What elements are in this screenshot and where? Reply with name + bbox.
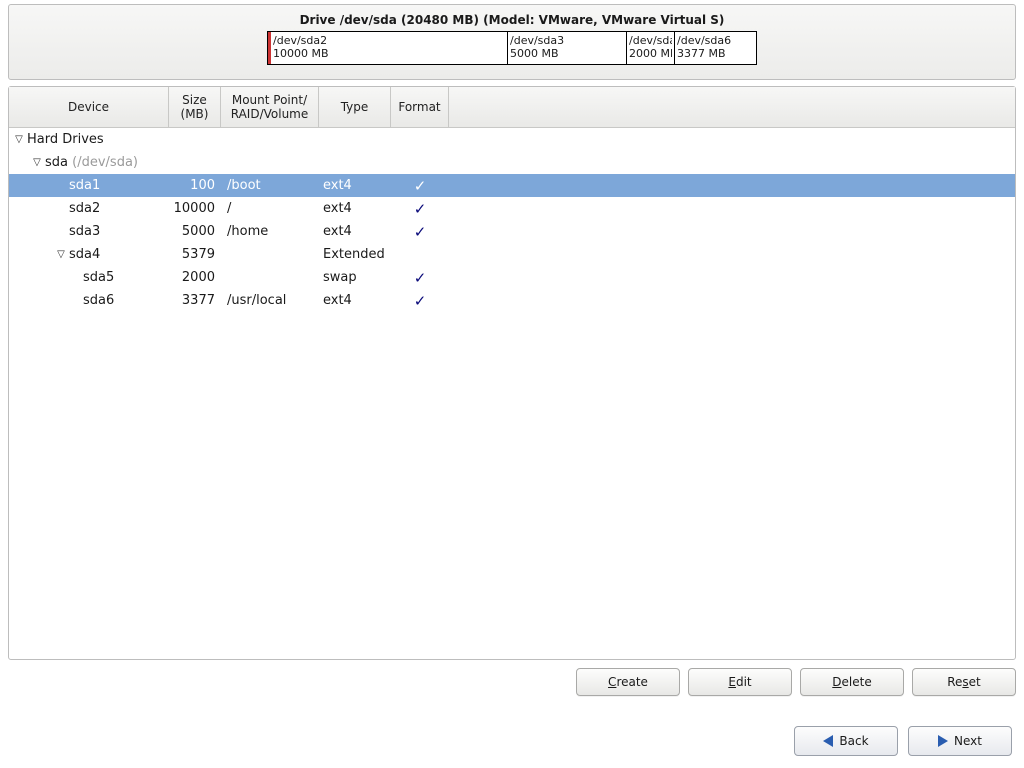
- partition-type: ext4: [319, 201, 391, 216]
- drive-segment[interactable]: /dev/sda35000 MB: [508, 32, 627, 64]
- col-header-format[interactable]: Format: [391, 87, 449, 127]
- partition-mount: /usr/local: [221, 293, 319, 308]
- partition-format: ✓: [391, 223, 449, 241]
- delete-button[interactable]: Delete: [800, 668, 904, 696]
- partition-list-panel: Device Size (MB) Mount Point/ RAID/Volum…: [8, 86, 1016, 660]
- partition-row[interactable]: sda5 2000 swap ✓: [9, 266, 1015, 289]
- arrow-left-icon: [823, 735, 833, 747]
- wizard-nav-row: Back Next: [0, 726, 1012, 756]
- create-button[interactable]: Create: [576, 668, 680, 696]
- tree-root-hard-drives[interactable]: ▽ Hard Drives: [9, 128, 1015, 151]
- col-header-device[interactable]: Device: [9, 87, 169, 127]
- col-header-size[interactable]: Size (MB): [169, 87, 221, 127]
- check-icon: ✓: [414, 292, 427, 310]
- partition-row[interactable]: sda3 5000/homeext4 ✓: [9, 220, 1015, 243]
- partition-format: ✓: [391, 177, 449, 195]
- check-icon: ✓: [414, 223, 427, 241]
- partition-size: 100: [169, 178, 221, 193]
- drive-map: /dev/sda210000 MB/dev/sda35000 MB/dev/sd…: [267, 31, 757, 65]
- drive-title: Drive /dev/sda (20480 MB) (Model: VMware…: [9, 13, 1015, 27]
- drive-segment[interactable]: /dev/sda63377 MB: [675, 32, 756, 64]
- partition-size: 5379: [169, 247, 221, 262]
- partition-name: sda6: [83, 293, 114, 308]
- partition-name: sda1: [69, 178, 100, 193]
- back-button[interactable]: Back: [794, 726, 898, 756]
- partition-mount: /: [221, 201, 319, 216]
- col-header-type[interactable]: Type: [319, 87, 391, 127]
- expander-icon[interactable]: ▽: [31, 157, 43, 168]
- partition-size: 3377: [169, 293, 221, 308]
- partition-row[interactable]: sda6 3377/usr/localext4 ✓: [9, 289, 1015, 312]
- tree-disk-hint: (/dev/sda): [72, 155, 138, 170]
- partition-mount: /home: [221, 224, 319, 239]
- partition-format: ✓: [391, 292, 449, 310]
- partition-type: ext4: [319, 293, 391, 308]
- col-header-mount[interactable]: Mount Point/ RAID/Volume: [221, 87, 319, 127]
- drive-summary-panel: Drive /dev/sda (20480 MB) (Model: VMware…: [8, 4, 1016, 80]
- partition-mount: /boot: [221, 178, 319, 193]
- partition-size: 2000: [169, 270, 221, 285]
- partition-action-row: Create Edit Delete Reset: [8, 668, 1016, 696]
- check-icon: ✓: [414, 200, 427, 218]
- reset-button[interactable]: Reset: [912, 668, 1016, 696]
- partition-type: swap: [319, 270, 391, 285]
- expander-icon[interactable]: ▽: [55, 249, 67, 260]
- partition-tree[interactable]: ▽ Hard Drives ▽ sda (/dev/sda) sda1 100/b…: [9, 128, 1015, 659]
- arrow-right-icon: [938, 735, 948, 747]
- partition-size: 10000: [169, 201, 221, 216]
- partition-row[interactable]: sda1 100/bootext4 ✓: [9, 174, 1015, 197]
- column-header-row: Device Size (MB) Mount Point/ RAID/Volum…: [9, 87, 1015, 128]
- partition-row[interactable]: ▽sda4 5379 Extended: [9, 243, 1015, 266]
- next-button[interactable]: Next: [908, 726, 1012, 756]
- tree-disk-sda[interactable]: ▽ sda (/dev/sda): [9, 151, 1015, 174]
- check-icon: ✓: [414, 269, 427, 287]
- partition-type: Extended: [319, 247, 391, 262]
- partition-size: 5000: [169, 224, 221, 239]
- drive-segment[interactable]: /dev/sda52000 MB: [627, 32, 675, 64]
- tree-disk-label: sda: [45, 155, 68, 170]
- partition-type: ext4: [319, 224, 391, 239]
- partition-type: ext4: [319, 178, 391, 193]
- check-icon: ✓: [414, 177, 427, 195]
- partition-row[interactable]: sda2 10000/ext4 ✓: [9, 197, 1015, 220]
- drive-segment[interactable]: /dev/sda210000 MB: [268, 32, 508, 64]
- partition-name: sda3: [69, 224, 100, 239]
- col-header-spacer: [449, 87, 1015, 127]
- partition-name: sda2: [69, 201, 100, 216]
- expander-icon[interactable]: ▽: [13, 134, 25, 145]
- partition-format: ✓: [391, 269, 449, 287]
- tree-root-label: Hard Drives: [27, 132, 104, 147]
- partition-name: sda5: [83, 270, 114, 285]
- partition-name: sda4: [69, 247, 100, 262]
- edit-button[interactable]: Edit: [688, 668, 792, 696]
- partition-format: ✓: [391, 200, 449, 218]
